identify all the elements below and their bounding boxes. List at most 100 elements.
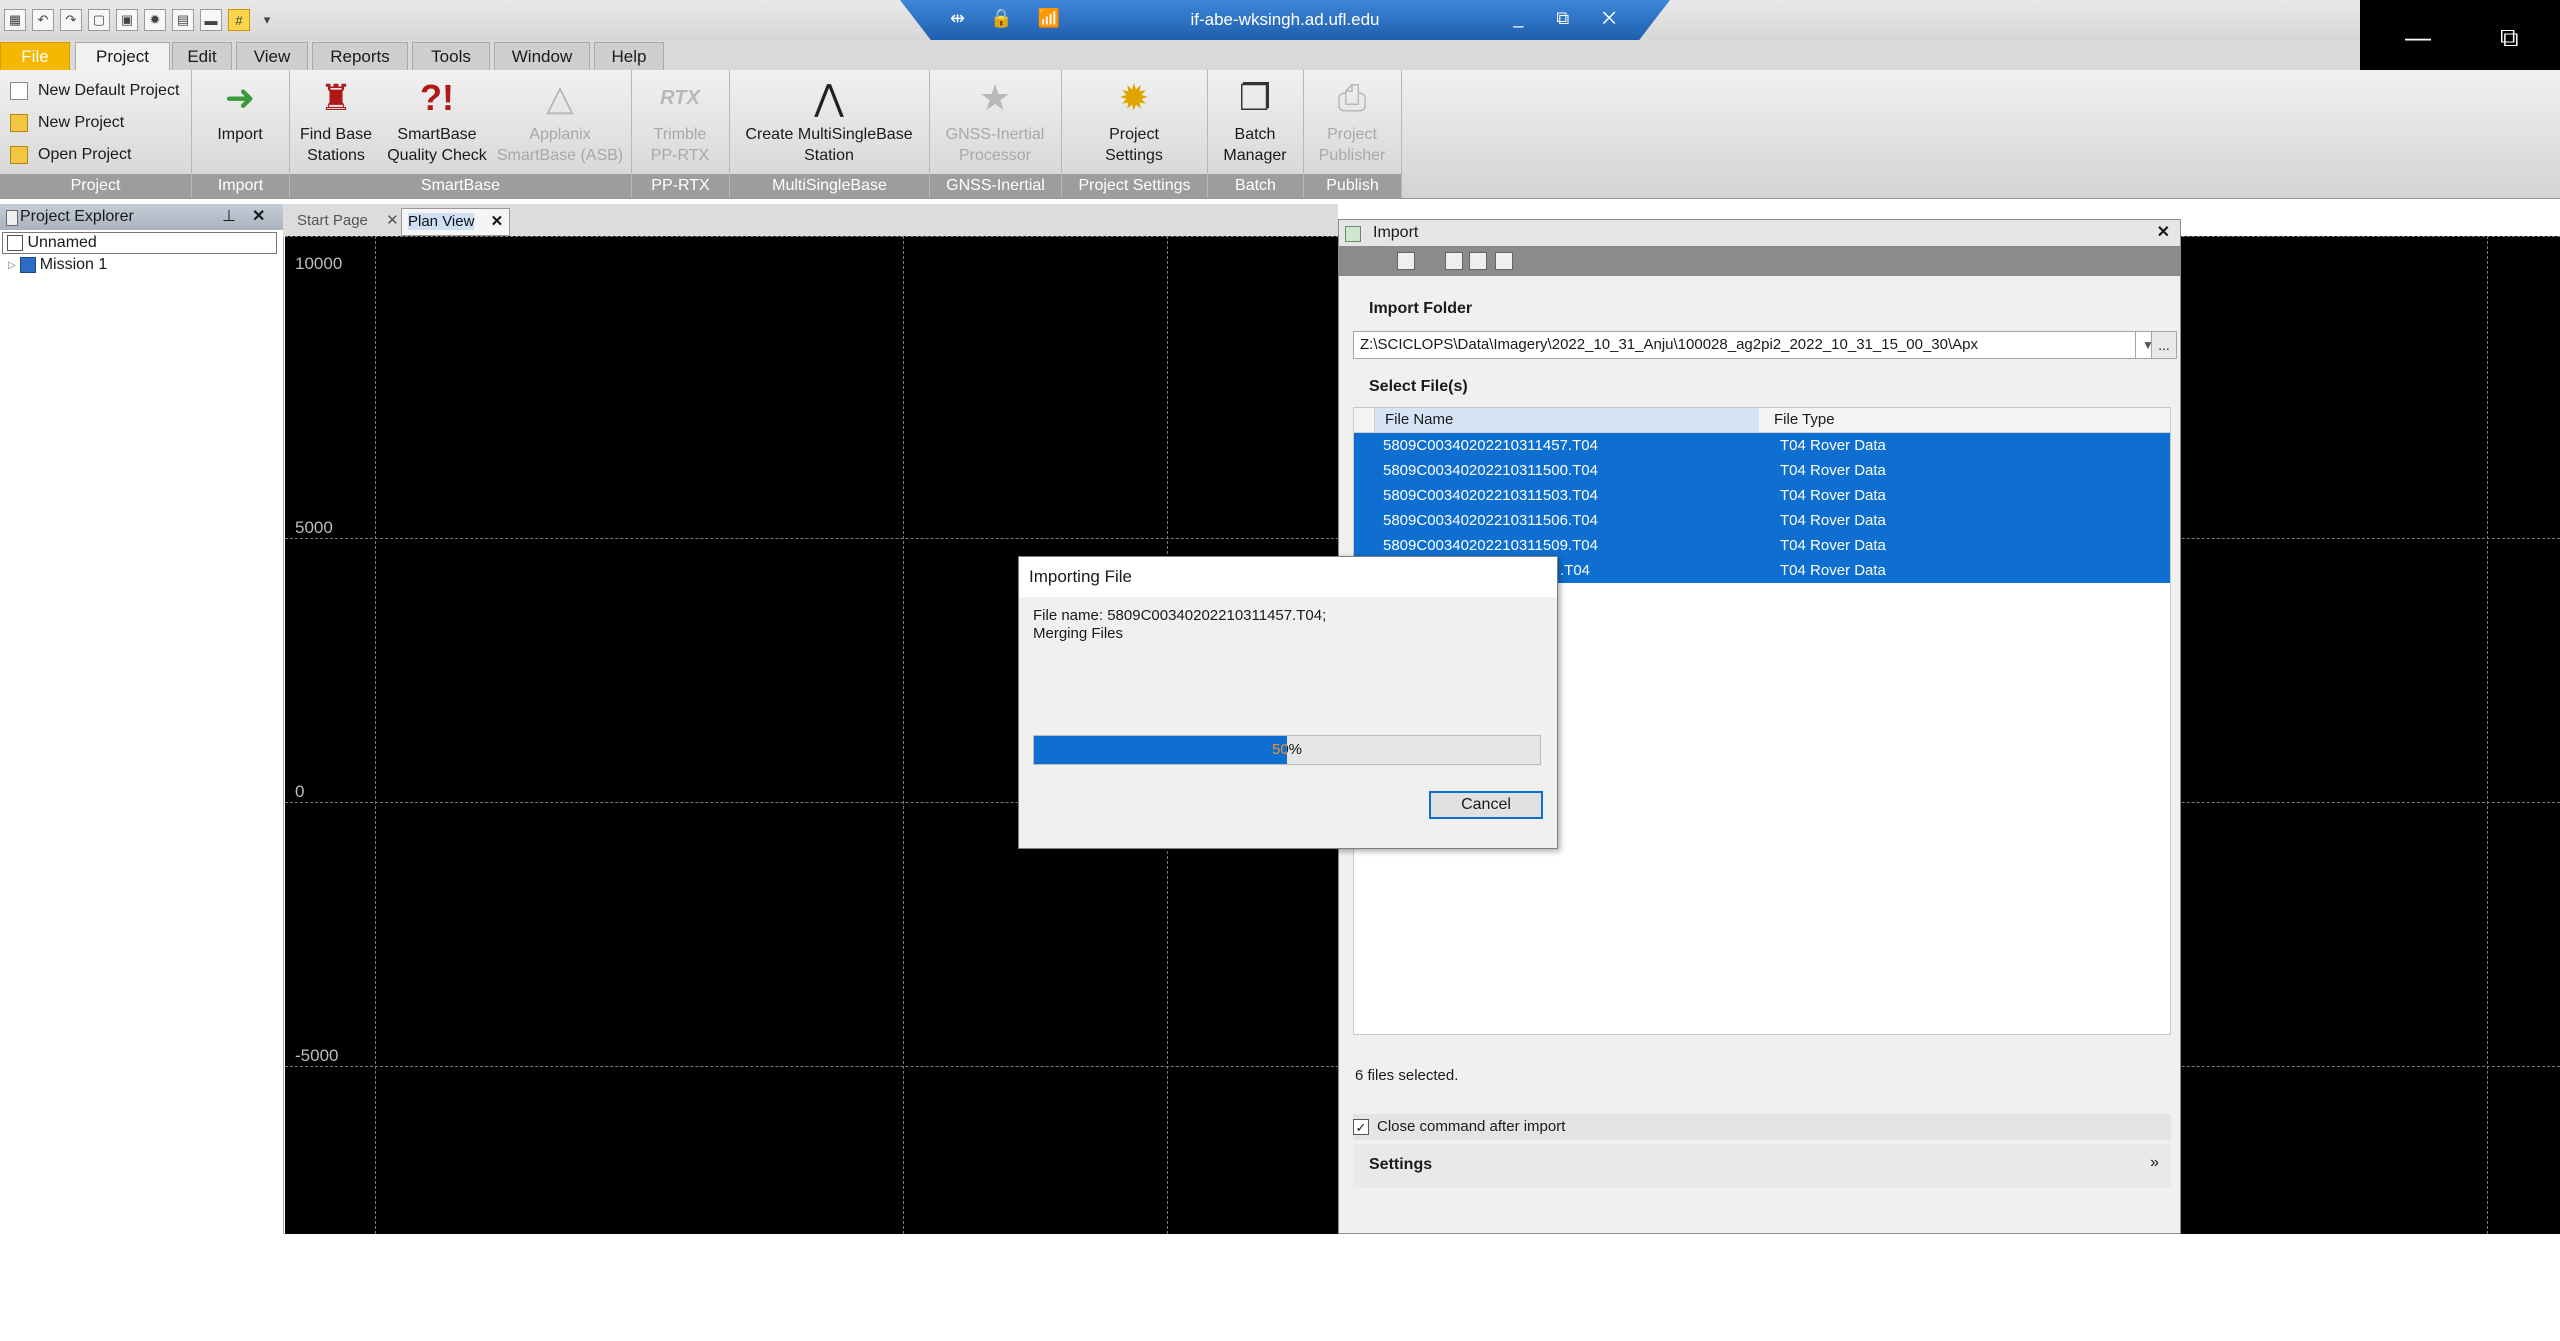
column-file-type[interactable]: File Type [1760, 408, 1835, 432]
ribbon-group-smartbase: ♜ Find Base Stations ?! SmartBase Qualit… [290, 70, 632, 198]
table-row[interactable]: 5809C00340202210311506.T04 T04 Rover Dat… [1354, 508, 2170, 533]
import-progress-bar: 50% [1033, 735, 1541, 765]
pprtx-line1: Trimble [653, 126, 707, 143]
new-icon[interactable]: ▢ [88, 9, 110, 31]
grid-icon[interactable]: # [228, 9, 250, 31]
new-project-button[interactable]: New Project [10, 110, 124, 136]
file-type-cell: T04 Rover Data [1780, 462, 1886, 479]
browse-button[interactable]: ... [2151, 331, 2177, 359]
find-base-stations-button[interactable]: ♜ Find Base Stations [290, 76, 382, 166]
close-plan-view-icon[interactable]: ✕ [491, 213, 504, 230]
remote-window-controls[interactable]: _ ⧉ ✕ [1513, 8, 1630, 29]
tab-project[interactable]: Project [75, 42, 170, 70]
open-project-button[interactable]: Open Project [10, 142, 131, 168]
settings-icon[interactable]: ✹ [144, 9, 166, 31]
applanix-triangle-icon: △ [546, 77, 574, 118]
msb-line1: Create MultiSingleBase [745, 126, 913, 143]
select-files-label: Select File(s) [1369, 378, 1468, 395]
table-row[interactable]: 5809C00340202210311503.T04 T04 Rover Dat… [1354, 483, 2170, 508]
group-label-pprtx: PP-RTX [632, 174, 729, 198]
new-project-label: New Project [38, 114, 125, 131]
tab-file[interactable]: File [0, 42, 70, 70]
ribbon-group-project: New Default Project New Project Open Pro… [0, 70, 192, 198]
pin-icon[interactable]: ⊥ [222, 204, 236, 230]
save-icon[interactable]: ▣ [116, 9, 138, 31]
redo-icon[interactable]: ↷ [60, 9, 82, 31]
project-publisher-button[interactable]: ⎙ Project Publisher [1304, 76, 1400, 166]
expand-icon[interactable]: ▷ [8, 260, 16, 271]
gnss-inertial-processor-button[interactable]: ★ GNSS-Inertial Processor [930, 76, 1060, 166]
group-label-project: Project [0, 174, 191, 198]
import-panel-header: Import ✕ [1339, 220, 2180, 247]
msb-line2: Station [804, 147, 854, 164]
import-toolbar [1339, 246, 2180, 276]
tab-edit[interactable]: Edit [172, 42, 232, 70]
zoom-toolbar-icon[interactable] [1445, 252, 1463, 270]
select-all-column[interactable] [1354, 408, 1375, 432]
asb-line1: Applanix [529, 126, 591, 143]
create-multisinglebase-button[interactable]: ⋀ Create MultiSingleBase Station [730, 76, 928, 166]
import-button[interactable]: ➜ Import [192, 76, 288, 145]
project-icon [7, 234, 23, 251]
new-default-project-button[interactable]: New Default Project [10, 78, 179, 104]
smartbase-quality-check-button[interactable]: ?! SmartBase Quality Check [382, 76, 492, 166]
table-row[interactable]: 5809C00340202210311500.T04 T04 Rover Dat… [1354, 458, 2170, 483]
restore-icon[interactable]: ⧉ [2500, 22, 2519, 54]
folder-toolbar-icon[interactable] [1397, 252, 1415, 270]
project-explorer-title: Project Explorer [20, 208, 134, 225]
monitor-icon[interactable]: ▬ [200, 9, 222, 31]
open-project-label: Open Project [38, 146, 132, 163]
close-after-import-checkbox[interactable]: ✓ [1353, 1119, 1369, 1135]
image-toolbar-icon[interactable] [1469, 252, 1487, 270]
document-tabs: Start Page ✕ Plan View ✕ [283, 204, 1338, 236]
batch-manager-button[interactable]: ❐ Batch Manager [1208, 76, 1302, 166]
group-label-smartbase: SmartBase [290, 174, 631, 198]
document-icon[interactable]: ▤ [172, 9, 194, 31]
tab-view[interactable]: View [236, 42, 308, 70]
table-row[interactable]: 5809C00340202210311509.T04 T04 Rover Dat… [1354, 533, 2170, 558]
tab-help[interactable]: Help [594, 42, 664, 70]
expand-settings-icon[interactable]: » [2150, 1154, 2159, 1172]
app-icon[interactable]: ▦ [4, 9, 26, 31]
column-file-name[interactable]: File Name [1375, 408, 1759, 432]
table-row[interactable]: 5809C00340202210311457.T04 T04 Rover Dat… [1354, 433, 2170, 458]
customize-dropdown-icon[interactable]: ▾ [256, 9, 278, 31]
chart-toolbar-icon[interactable] [1495, 252, 1513, 270]
tab-reports[interactable]: Reports [312, 42, 408, 70]
import-icon: ➜ [224, 77, 256, 118]
close-import-icon[interactable]: ✕ [2157, 220, 2170, 246]
window-controls: — ⧉ [2360, 0, 2560, 75]
tree-item-mission[interactable]: ▷ Mission 1 [8, 256, 107, 274]
multisinglebase-icon: ⋀ [814, 77, 844, 118]
cancel-button[interactable]: Cancel [1429, 791, 1543, 819]
explorer-icon [6, 210, 18, 226]
tab-plan-view[interactable]: Plan View ✕ [401, 208, 511, 236]
tab-window[interactable]: Window [494, 42, 590, 70]
trimble-pprtx-button[interactable]: RTX Trimble PP-RTX [632, 76, 728, 166]
close-after-import-row: ✓ Close command after import [1353, 1114, 2171, 1140]
close-start-page-icon[interactable]: ✕ [386, 212, 399, 229]
base-station-icon: ♜ [319, 77, 353, 118]
import-folder-combo[interactable]: Z:\SCICLOPS\Data\Imagery\2022_10_31_Anju… [1353, 331, 2161, 359]
undo-icon[interactable]: ↶ [32, 9, 54, 31]
tree-item-mission-label: Mission 1 [39, 256, 108, 273]
tab-tools[interactable]: Tools [412, 42, 490, 70]
file-name-cell: 5809C00340202210311457.T04 [1383, 437, 1598, 454]
tab-start-page[interactable]: Start Page ✕ [291, 208, 405, 234]
group-label-batch: Batch [1208, 174, 1303, 198]
importing-file-dialog: Importing File File name: 5809C003402022… [1018, 556, 1558, 849]
tree-item-unnamed[interactable]: Unnamed [2, 232, 277, 254]
minimize-icon[interactable]: — [2405, 22, 2431, 53]
mission-icon [19, 257, 36, 273]
batch-line1: Batch [1234, 126, 1276, 143]
file-type-cell: T04 Rover Data [1780, 512, 1886, 529]
quick-access-toolbar: ▦ ↶ ↷ ▢ ▣ ✹ ▤ ▬ # ▾ [0, 6, 278, 34]
file-name-cell: 5809C00340202210311503.T04 [1383, 487, 1598, 504]
close-icon[interactable]: ✕ [252, 204, 265, 230]
grid-line [903, 236, 904, 1234]
applanix-smartbase-button[interactable]: △ Applanix SmartBase (ASB) [492, 76, 628, 166]
settings-section[interactable]: Settings » [1353, 1144, 2171, 1188]
ribbon-group-batch: ❐ Batch Manager Batch [1208, 70, 1304, 198]
project-settings-button[interactable]: ✹ Project Settings [1062, 76, 1206, 166]
remote-session-bar: ⇹ 🔒 📶 if-abe-wksingh.ad.ufl.edu _ ⧉ ✕ [900, 0, 1670, 40]
